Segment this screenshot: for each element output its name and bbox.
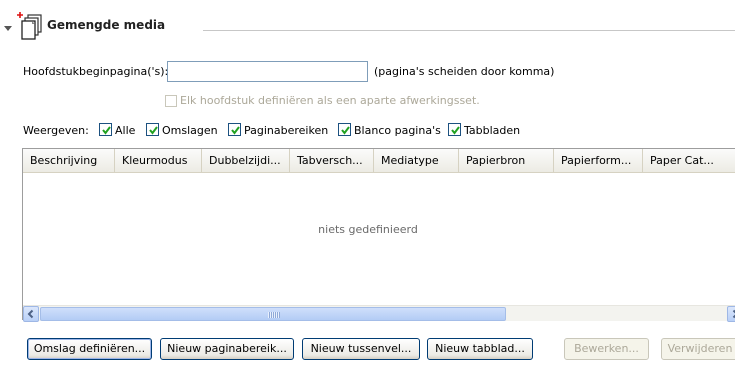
checkmark-icon bbox=[231, 126, 240, 135]
column-header-description[interactable]: Beschrijving bbox=[23, 149, 115, 173]
show-all-label: Alle bbox=[115, 124, 136, 137]
new-page-range-button[interactable]: Nieuw paginabereik... bbox=[160, 338, 294, 360]
checkmark-icon bbox=[102, 126, 111, 135]
column-header-media-type[interactable]: Mediatype bbox=[374, 149, 459, 173]
chevron-right-icon bbox=[732, 309, 735, 319]
finishing-set-label: Elk hoofdstuk definiëren als een aparte … bbox=[180, 94, 480, 107]
column-header-paper-format[interactable]: Papierform... bbox=[554, 149, 643, 173]
column-header-duplex[interactable]: Dubbelzijdi... bbox=[202, 149, 290, 173]
finishing-set-checkbox[interactable] bbox=[165, 95, 177, 107]
show-tabs-checkbox[interactable] bbox=[448, 123, 461, 136]
show-page-ranges-checkbox[interactable] bbox=[228, 123, 241, 136]
column-header-paper-source[interactable]: Papierbron bbox=[459, 149, 554, 173]
show-covers-checkbox[interactable] bbox=[146, 123, 159, 136]
show-blank-pages-checkbox[interactable] bbox=[338, 123, 351, 136]
media-table[interactable]: Beschrijving Kleurmodus Dubbelzijdi... T… bbox=[22, 148, 735, 322]
new-tab-button[interactable]: Nieuw tabblad... bbox=[427, 338, 533, 360]
chapter-start-hint: (pagina's scheiden door komma) bbox=[374, 65, 555, 78]
show-label: Weergeven: bbox=[23, 124, 89, 137]
checkmark-icon bbox=[341, 126, 350, 135]
grip-icon bbox=[268, 312, 280, 318]
horizontal-scrollbar[interactable] bbox=[23, 305, 735, 322]
show-tabs-label: Tabbladen bbox=[464, 124, 521, 137]
new-insert-button[interactable]: Nieuw tussenvel... bbox=[302, 338, 420, 360]
show-blank-pages-label: Blanco pagina's bbox=[354, 124, 441, 137]
edit-button[interactable]: Bewerken... bbox=[564, 338, 649, 360]
chapter-start-label: Hoofdstukbeginpagina('s): bbox=[23, 65, 169, 78]
column-header-color-mode[interactable]: Kleurmodus bbox=[115, 149, 202, 173]
chapter-start-input[interactable] bbox=[167, 61, 368, 82]
show-page-ranges-label: Paginabereiken bbox=[244, 124, 329, 137]
show-covers-label: Omslagen bbox=[162, 124, 218, 137]
checkmark-icon bbox=[451, 126, 460, 135]
scrollbar-thumb[interactable] bbox=[40, 307, 506, 321]
delete-button[interactable]: Verwijderen bbox=[661, 338, 735, 360]
mixed-media-document-icon bbox=[17, 12, 45, 42]
column-header-tab-shift[interactable]: Tabversch... bbox=[290, 149, 374, 173]
empty-table-message: niets gedefinieerd bbox=[318, 223, 418, 236]
checkmark-icon bbox=[149, 126, 158, 135]
section-divider bbox=[203, 30, 735, 31]
scroll-left-button[interactable] bbox=[23, 306, 39, 322]
section-title: Gemengde media bbox=[47, 18, 166, 32]
chevron-left-icon bbox=[27, 309, 34, 319]
define-cover-button[interactable]: Omslag definiëren... bbox=[27, 338, 152, 360]
show-all-checkbox[interactable] bbox=[99, 123, 112, 136]
collapse-arrow-icon[interactable] bbox=[4, 26, 12, 31]
table-header: Beschrijving Kleurmodus Dubbelzijdi... T… bbox=[23, 149, 735, 173]
scroll-right-button[interactable] bbox=[727, 306, 735, 322]
column-header-paper-catalog[interactable]: Paper Cat... bbox=[643, 149, 735, 173]
